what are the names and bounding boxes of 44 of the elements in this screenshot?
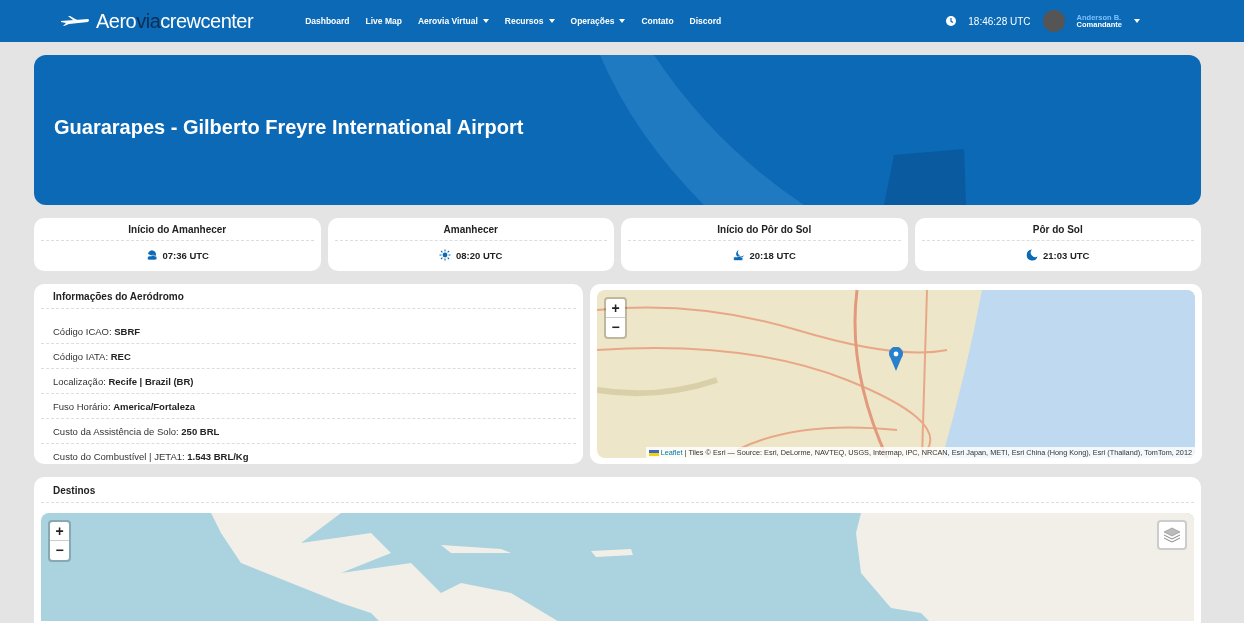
nav-link[interactable]: Discord	[689, 16, 722, 26]
zoom-in-button[interactable]: +	[50, 522, 69, 541]
nav-link[interactable]: Dashboard	[305, 16, 350, 26]
card-title: Amanhecer	[334, 218, 607, 241]
zoom-out-button[interactable]: −	[50, 541, 69, 560]
info-text: Código IATA: REC	[53, 351, 131, 362]
info-text: Custo do Combustível | JETA1: 1.543 BRL/Kg	[53, 451, 249, 462]
cloud-sun-icon	[145, 249, 158, 261]
airport-title: Guararapes - Gilberto Freyre International Airport	[54, 116, 524, 139]
caret-icon[interactable]	[1134, 19, 1140, 23]
info-text: Fuso Horário: America/Fortaleza	[53, 401, 196, 412]
nav-link[interactable]: Aerovia Virtual	[417, 16, 489, 26]
clock-icon	[946, 16, 957, 26]
airplane-icon	[60, 15, 90, 27]
card-title: Início do Pôr do Sol	[628, 218, 901, 241]
layers-button[interactable]	[1157, 520, 1187, 550]
nav-link[interactable]: Recursos	[504, 16, 555, 26]
section-title: Destinos	[41, 477, 1194, 503]
flag-icon	[648, 449, 659, 456]
moon-icon	[1026, 249, 1038, 261]
nav-link[interactable]: Operações	[570, 16, 626, 26]
card-title: Início do Amanhecer	[41, 218, 314, 241]
caret-icon	[619, 19, 626, 23]
clock-time: 18:46:28 UTC	[968, 15, 1031, 27]
nav-link[interactable]: Contato	[641, 16, 674, 26]
sun-icon	[439, 249, 451, 261]
layers-icon	[1163, 527, 1181, 543]
caret-icon	[548, 19, 555, 23]
zoom-out-button[interactable]: −	[606, 318, 625, 337]
zoom-in-button[interactable]: +	[606, 299, 625, 318]
card-title: Pôr do Sol	[921, 218, 1194, 241]
time-value: 08:20 UTC	[456, 249, 503, 261]
info-text: Código ICAO: SBRF	[53, 326, 141, 337]
map-marker-icon[interactable]	[889, 347, 903, 371]
cloud-moon-icon	[732, 249, 745, 261]
info-text: Localização: Recife | Brazil (BR)	[53, 376, 194, 387]
info-text: Custo da Assistência de Solo: 250 BRL	[53, 426, 220, 437]
nav-link[interactable]: Live Map	[365, 16, 402, 26]
section-title: Informações do Aeródromo	[41, 284, 576, 309]
logo-text[interactable]: Aeroviacrewcenter	[96, 9, 254, 33]
time-value: 07:36 UTC	[162, 249, 209, 261]
caret-icon	[482, 19, 489, 23]
time-value: 21:03 UTC	[1043, 249, 1090, 261]
time-value: 20:18 UTC	[749, 249, 796, 261]
